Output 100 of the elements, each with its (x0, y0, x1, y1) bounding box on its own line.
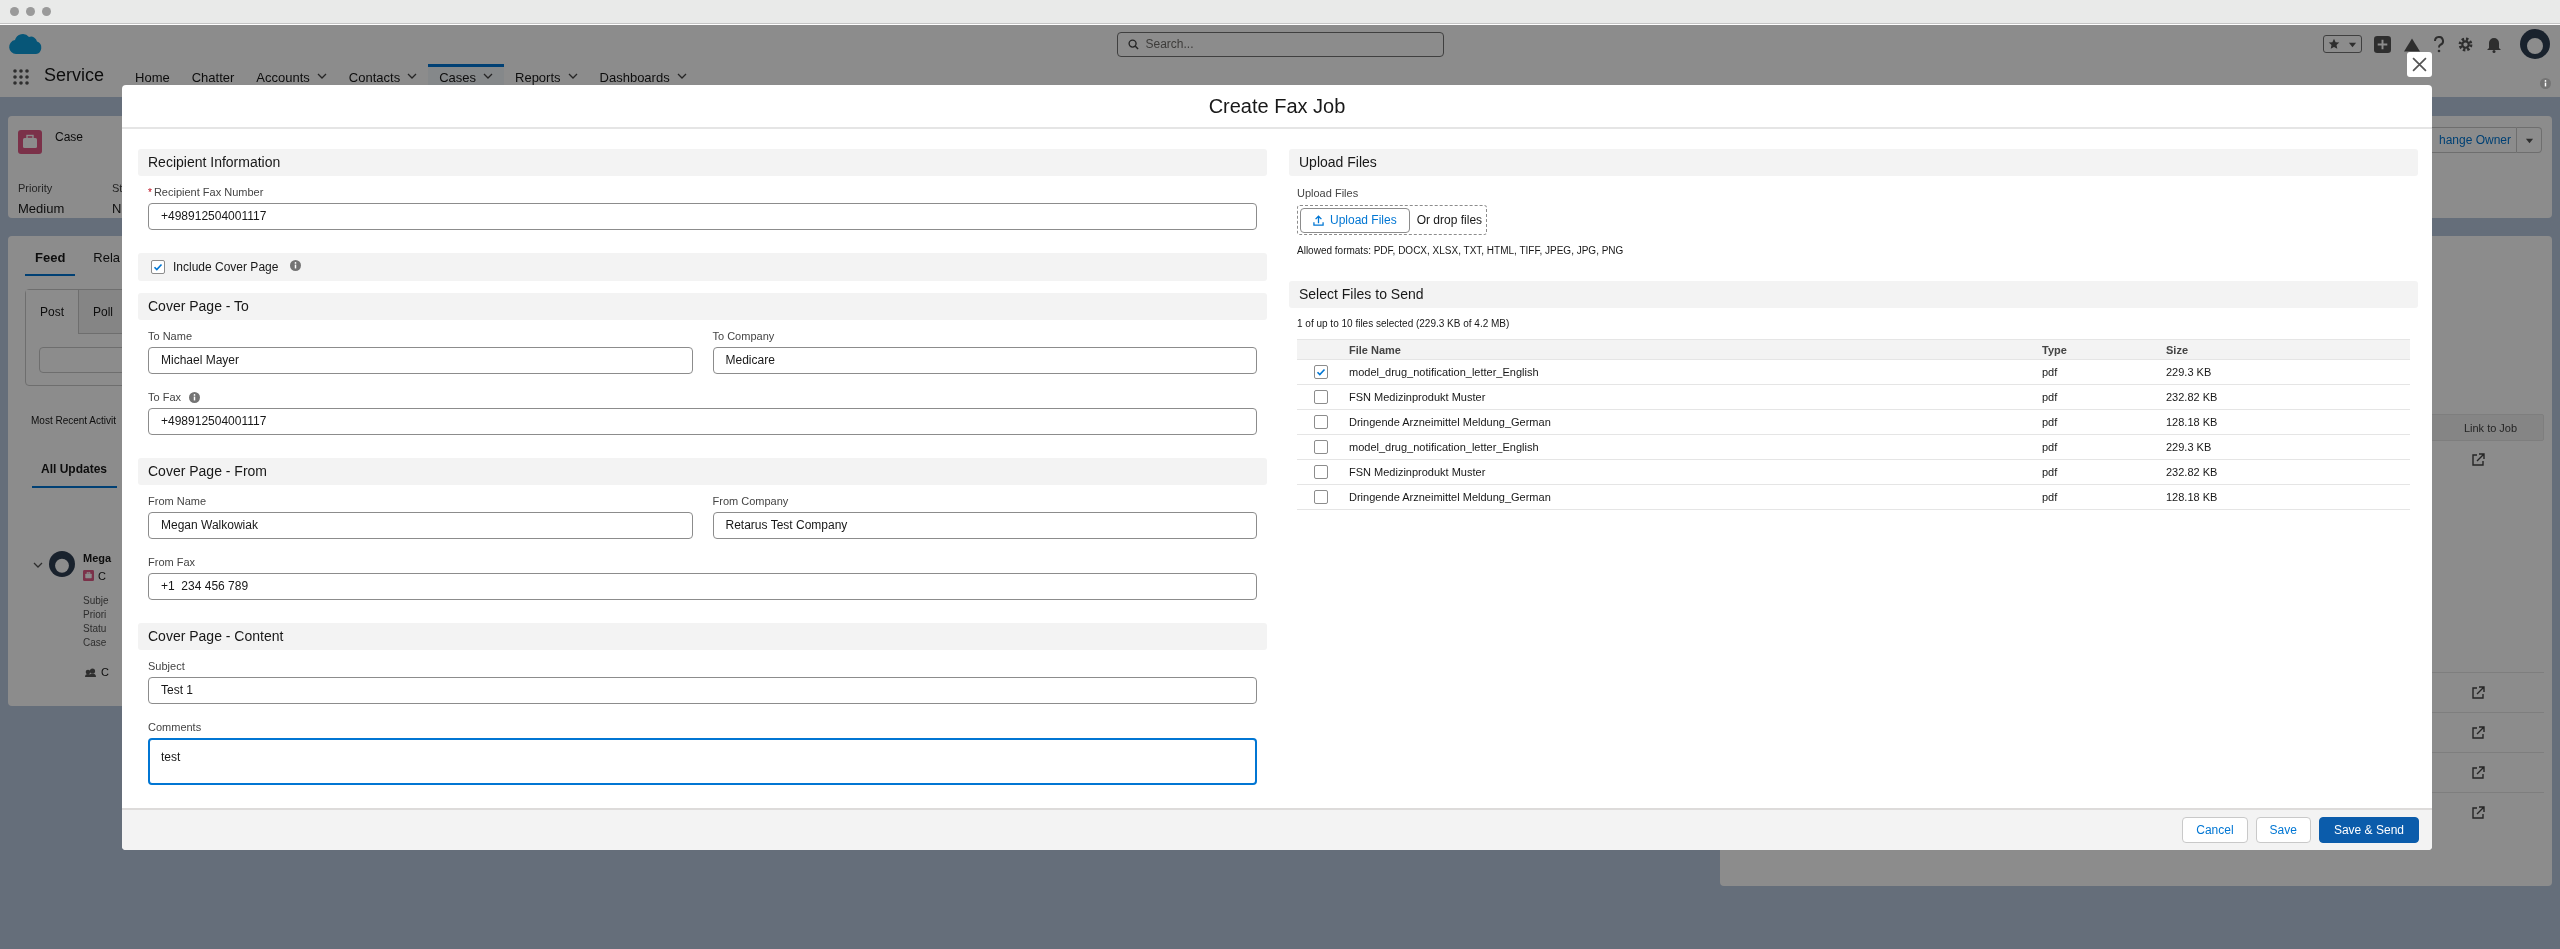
external-link-icon[interactable] (2471, 765, 2485, 780)
feed-tab[interactable]: Rela (83, 242, 131, 276)
field-label: To Fax (148, 390, 181, 406)
feed-filter-tab[interactable]: All Updates (32, 460, 117, 488)
table-cell-text: Dringende Arzneimittel Meldung_German (1349, 490, 1552, 506)
info-icon (2540, 78, 2551, 89)
table-cell-text: 128.18 KB (2166, 415, 2218, 431)
field-label: To Name (148, 329, 193, 345)
table-cell-text: pdf (2042, 365, 2059, 381)
text-field[interactable]: +498912504001117 (148, 407, 1257, 435)
comments-field[interactable]: test (148, 737, 1257, 785)
column-header: Size (2166, 342, 2188, 358)
footer-button[interactable]: Cancel (2182, 816, 2248, 843)
field-label: From Fax (148, 555, 196, 571)
bell-icon[interactable] (2486, 35, 2502, 53)
text-field[interactable]: Test 1 (148, 676, 1257, 704)
checkbox-label: Include Cover Page (173, 258, 279, 276)
column-header: File Name (1349, 342, 1402, 358)
nav-tab[interactable]: Chatter (180, 64, 246, 91)
drop-hint: Or drop files (1416, 212, 1483, 230)
favorites-button[interactable] (2323, 35, 2362, 53)
table-cell-text: 128.18 KB (2166, 490, 2218, 506)
checkbox[interactable] (1314, 440, 1328, 455)
field-label: Comments (148, 720, 202, 736)
table-cell-text: 229.3 KB (2166, 365, 2212, 381)
checkbox[interactable] (1314, 415, 1328, 430)
checkbox[interactable] (1314, 465, 1328, 480)
table-cell-text: FSN Medizinprodukt Muster (1349, 390, 1487, 406)
field-label: To Company (712, 329, 775, 345)
section-header: Recipient Information (138, 148, 1267, 176)
checkbox[interactable] (1314, 490, 1328, 505)
people-icon (85, 667, 96, 677)
avatar-icon[interactable] (2520, 29, 2550, 59)
checkbox[interactable] (151, 259, 165, 274)
formats-note: Allowed formats: PDF, DOCX, XLSX, TXT, HTML, TIFF, JPEG, JPG, PNG (1297, 244, 1625, 259)
table-cell-text: 232.82 KB (2166, 390, 2218, 406)
drop-zone[interactable]: Upload Files Or drop files (1297, 205, 1487, 236)
sort-label: Most Recent Activit (31, 414, 117, 428)
search-field[interactable]: Search... (1116, 31, 1444, 57)
search-placeholder: Search... (1145, 36, 1194, 53)
briefcase-icon (18, 128, 42, 156)
help-icon[interactable] (2433, 35, 2445, 53)
nav-tab[interactable]: Home (124, 64, 181, 91)
table-cell-text: model_drug_notification_letter_English (1349, 365, 1540, 381)
field-label: Subject (148, 659, 185, 675)
publisher-tab[interactable]: Post (26, 290, 79, 334)
table-cell-text: pdf (2042, 490, 2059, 506)
column-header: Type (2042, 342, 2068, 358)
chevron-down-icon[interactable] (33, 560, 43, 570)
text-field[interactable]: Michael Mayer (148, 346, 693, 374)
post-action[interactable]: C (101, 664, 109, 681)
app-launcher-icon[interactable] (13, 69, 29, 85)
text-field[interactable]: Retarus Test Company (712, 511, 1257, 539)
upload-files-button[interactable]: Upload Files (1300, 207, 1410, 233)
avatar-icon (49, 550, 75, 578)
plus-icon[interactable] (2374, 35, 2391, 53)
feed-tab[interactable]: Feed (25, 242, 76, 276)
field-label: From Name (148, 494, 207, 510)
star-icon (2328, 38, 2340, 50)
table-cell-text: pdf (2042, 415, 2059, 431)
menu-button[interactable] (2517, 127, 2542, 153)
text-field[interactable]: Megan Walkowiak (148, 511, 693, 539)
text-field[interactable]: +1 234 456 789 (148, 572, 1257, 600)
section-header: Cover Page - From (138, 457, 1267, 485)
field-value: N (112, 199, 122, 218)
required-mark: * (148, 185, 152, 200)
footer-button[interactable]: Save & Send (2318, 816, 2419, 843)
table-cell-text: 232.82 KB (2166, 465, 2218, 481)
record-type: Case (55, 129, 83, 146)
briefcase-icon (83, 570, 94, 582)
upload-icon (1313, 214, 1324, 226)
post-record-link[interactable]: C (98, 567, 106, 584)
post-author: Mega (83, 551, 112, 566)
table-cell-text: pdf (2042, 465, 2059, 481)
modal-title: Create Fax Job (1208, 93, 1346, 119)
app-name: Service (44, 64, 105, 87)
footer-button[interactable]: Save (2255, 816, 2311, 843)
post-field-label: Priori (83, 608, 108, 622)
table-cell-text: Dringende Arzneimittel Meldung_German (1349, 415, 1552, 431)
external-link-icon[interactable] (2471, 685, 2485, 700)
field-value: Medium (18, 199, 65, 218)
external-link-icon[interactable] (2471, 725, 2485, 740)
close-icon (2412, 57, 2427, 72)
checkbox[interactable] (1314, 390, 1328, 405)
field-label: St (112, 181, 123, 196)
settings-icon[interactable] (2457, 35, 2474, 53)
cloud-logo (8, 32, 42, 56)
external-link-icon[interactable] (2471, 453, 2485, 467)
field-label: Upload Files (1297, 185, 1360, 201)
field-label: From Company (712, 494, 789, 510)
checkbox[interactable] (1314, 365, 1328, 380)
table-cell-text: FSN Medizinprodukt Muster (1349, 465, 1487, 481)
table-cell-text: pdf (2042, 440, 2059, 456)
close-button[interactable] (2407, 52, 2432, 77)
selection-summary: 1 of up to 10 files selected (229.3 KB of 4.2 MB) (1297, 317, 1511, 332)
text-field[interactable]: +498912504001117 (148, 202, 1257, 230)
checkmark-icon (153, 261, 163, 272)
section-header: Cover Page - To (138, 292, 1267, 320)
text-field[interactable]: Medicare (712, 346, 1257, 374)
external-link-icon[interactable] (2471, 805, 2485, 820)
